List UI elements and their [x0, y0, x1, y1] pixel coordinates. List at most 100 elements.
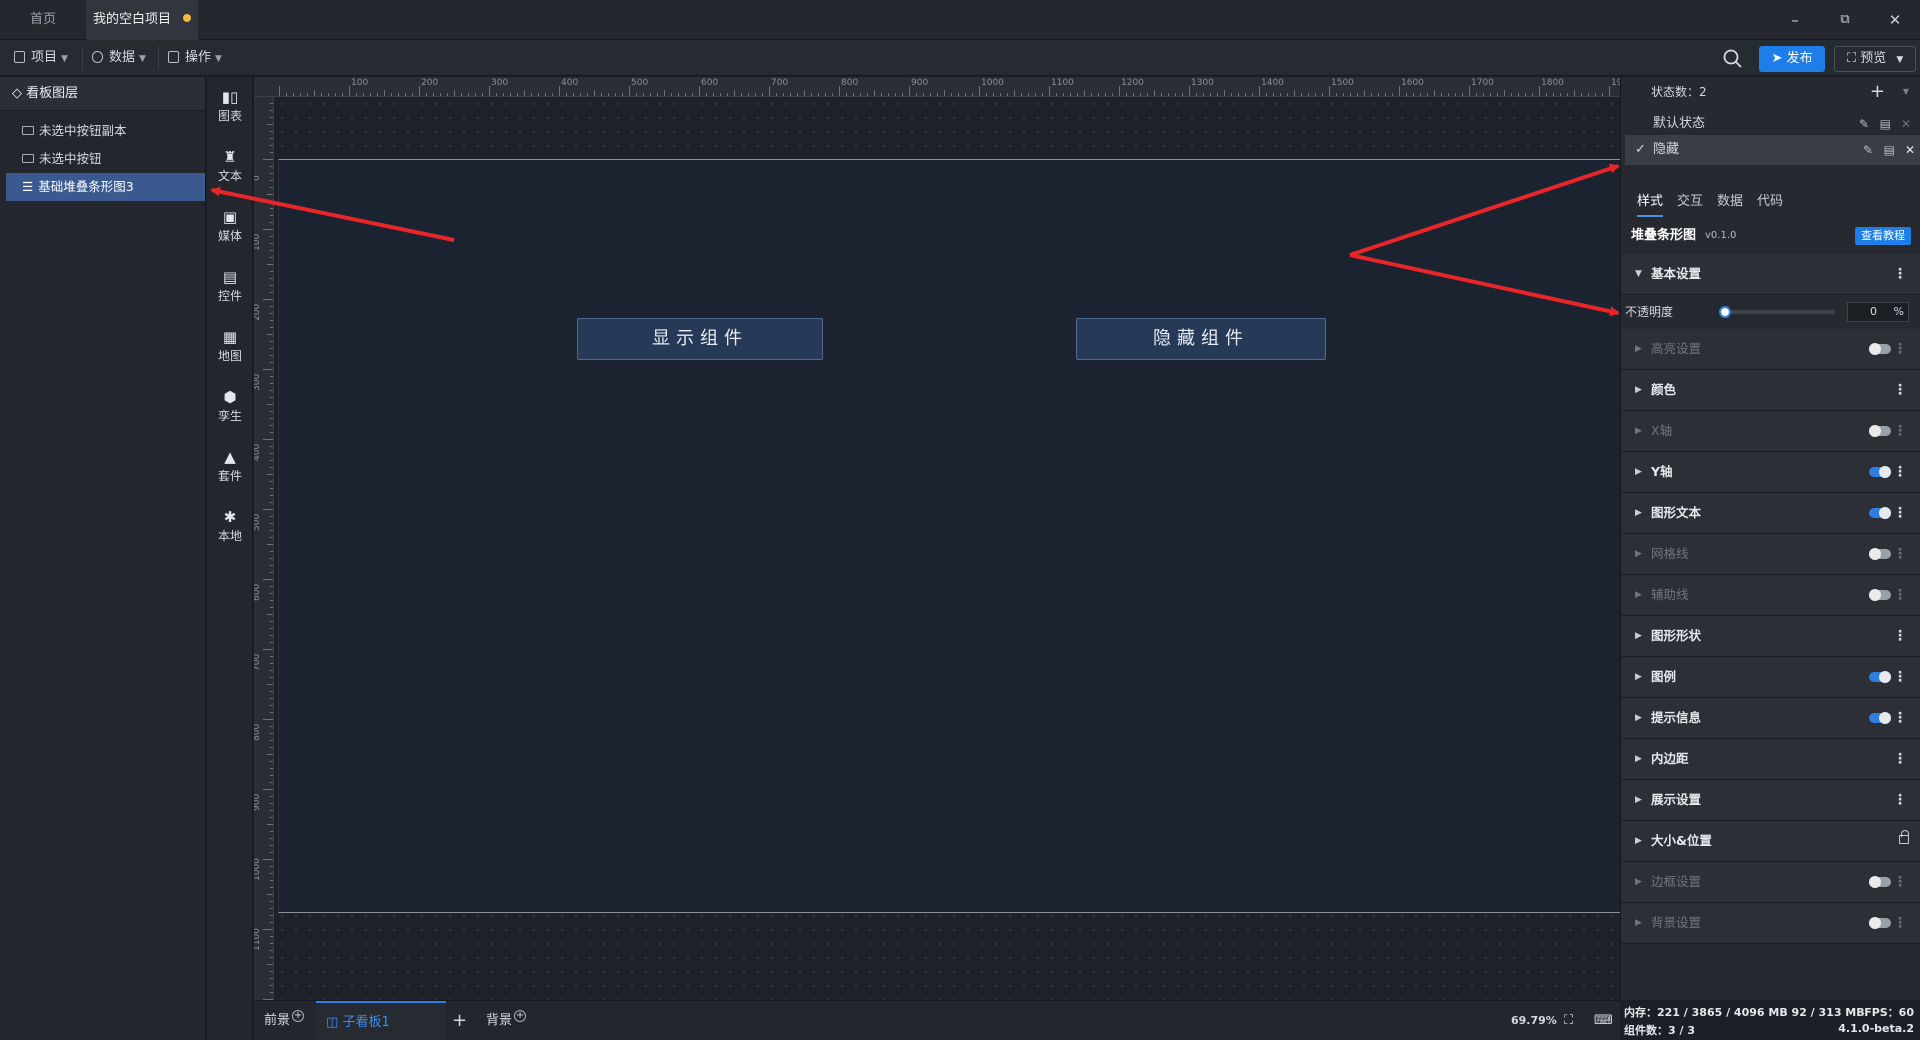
add-circle-icon[interactable]: +	[514, 1010, 527, 1022]
section-toggle[interactable]	[1869, 343, 1891, 355]
more-icon[interactable]: ⋮	[1893, 862, 1907, 902]
section-basic-settings[interactable]: ▼ 基本设置 ⋮	[1621, 254, 1920, 295]
component-label: 套件	[217, 469, 242, 483]
section-row[interactable]: ▶ 辅助线 ⋮	[1621, 575, 1920, 616]
tutorial-button[interactable]: 查看教程	[1855, 227, 1911, 245]
component-chart[interactable]: ▮▯ 图表	[207, 87, 253, 124]
ruler-tick	[944, 90, 945, 96]
section-toggle[interactable]	[1869, 712, 1891, 724]
more-icon[interactable]: ⋮	[1893, 370, 1907, 410]
show-component-button[interactable]: 显示组件	[577, 318, 823, 360]
component-text[interactable]: ♜ 文本	[207, 147, 253, 184]
more-icon[interactable]: ⋮	[1893, 411, 1907, 451]
opacity-slider[interactable]	[1719, 306, 1835, 318]
section-row[interactable]: ▶ Y轴 ⋮	[1621, 452, 1920, 493]
layer-item[interactable]: 未选中按钮	[0, 145, 205, 173]
more-icon[interactable]: ⋮	[1893, 329, 1907, 369]
foreground-tab[interactable]: 前景 +	[264, 1001, 305, 1040]
section-row[interactable]: ▶ 高亮设置 ⋮	[1621, 329, 1920, 370]
section-row[interactable]: ▶ 内边距 ⋮	[1621, 739, 1920, 780]
menu-data[interactable]: 数据 ▼	[92, 40, 146, 76]
more-icon[interactable]: ⋮	[1893, 616, 1907, 656]
add-circle-icon[interactable]: +	[292, 1010, 305, 1022]
section-toggle[interactable]	[1869, 671, 1891, 683]
section-row[interactable]: ▶ 图形形状 ⋮	[1621, 616, 1920, 657]
copy-icon[interactable]: ▤	[1884, 135, 1895, 165]
menu-project[interactable]: 项目 ▼	[14, 40, 68, 76]
section-row[interactable]: ▶ 背景设置 ⋮	[1621, 903, 1920, 944]
layer-item[interactable]: 未选中按钮副本	[0, 117, 205, 145]
layer-item-selected[interactable]: ☰ 基础堆叠条形图3	[6, 173, 205, 201]
section-row[interactable]: ▶ 展示设置 ⋮	[1621, 780, 1920, 821]
section-row[interactable]: ▶ X轴 ⋮	[1621, 411, 1920, 452]
tab-code[interactable]: 代码	[1757, 187, 1783, 217]
dashboard-screen[interactable]: 显示组件 隐藏组件	[278, 159, 1620, 913]
ruler-tick	[270, 880, 273, 881]
section-row[interactable]: ▶ 颜色 ⋮	[1621, 370, 1920, 411]
section-toggle[interactable]	[1869, 589, 1891, 601]
section-toggle[interactable]	[1869, 507, 1891, 519]
hide-component-button[interactable]: 隐藏组件	[1076, 318, 1326, 360]
more-icon[interactable]: ⋮	[1893, 657, 1907, 697]
close-icon[interactable]: ✕	[1870, 0, 1920, 40]
state-item-active[interactable]: ✓ 隐藏 ✎ ▤ ✕	[1625, 135, 1920, 165]
keyboard-icon[interactable]: ⌨	[1594, 1001, 1613, 1040]
sub-board-tab[interactable]: ◫ 子看板1	[316, 1001, 446, 1040]
more-icon[interactable]: ⋮	[1893, 780, 1907, 820]
section-row[interactable]: ▶ 大小&位置	[1621, 821, 1920, 862]
more-icon[interactable]: ⋮	[1893, 698, 1907, 738]
component-media[interactable]: ▣ 媒体	[207, 207, 253, 244]
component-map[interactable]: ▦ 地图	[207, 327, 253, 364]
restore-icon[interactable]: ⧉	[1820, 0, 1870, 40]
tab-data[interactable]: 数据	[1717, 187, 1743, 217]
section-row[interactable]: ▶ 边框设置 ⋮	[1621, 862, 1920, 903]
fit-screen-icon[interactable]: ⛶	[1564, 1001, 1573, 1040]
add-state-icon[interactable]: +	[1870, 77, 1885, 107]
section-toggle[interactable]	[1869, 876, 1891, 888]
background-tab[interactable]: 背景 +	[486, 1001, 527, 1040]
section-toggle[interactable]	[1869, 425, 1891, 437]
component-twin[interactable]: ⬢ 孪生	[207, 387, 253, 424]
ruler-tick	[270, 586, 273, 587]
opacity-input[interactable]: 0 %	[1847, 302, 1909, 322]
edit-icon[interactable]: ✎	[1863, 135, 1873, 165]
section-toggle[interactable]	[1869, 548, 1891, 560]
section-row[interactable]: ▶ 网格线 ⋮	[1621, 534, 1920, 575]
tab-project[interactable]: 我的空白项目	[86, 0, 198, 40]
section-toggle[interactable]	[1869, 466, 1891, 478]
ruler-label: 1700	[1471, 78, 1494, 88]
layer-label: 基础堆叠条形图3	[38, 179, 134, 194]
search-icon[interactable]	[1722, 48, 1744, 70]
section-label: 高亮设置	[1651, 341, 1702, 356]
chevron-down-icon[interactable]: ▼	[1903, 77, 1909, 107]
tab-interaction[interactable]: 交互	[1677, 187, 1703, 217]
section-row[interactable]: ▶ 图例 ⋮	[1621, 657, 1920, 698]
component-local[interactable]: ✱ 本地	[207, 507, 253, 544]
ruler-tick	[384, 90, 385, 96]
section-row[interactable]: ▶ 提示信息 ⋮	[1621, 698, 1920, 739]
ruler-tick	[263, 509, 273, 510]
publish-button[interactable]: ➤ 发布	[1759, 46, 1825, 72]
component-controls[interactable]: ▤ 控件	[207, 267, 253, 304]
component-kit[interactable]: ▲ 套件	[207, 447, 253, 484]
more-icon[interactable]: ⋮	[1893, 739, 1907, 779]
delete-icon[interactable]: ✕	[1905, 135, 1915, 165]
more-icon[interactable]: ⋮	[1893, 254, 1907, 294]
minimize-icon[interactable]: –	[1770, 0, 1820, 40]
tab-style[interactable]: 样式	[1637, 187, 1664, 217]
section-toggle[interactable]	[1869, 917, 1891, 929]
more-icon[interactable]: ⋮	[1893, 575, 1907, 615]
more-icon[interactable]: ⋮	[1893, 452, 1907, 492]
menu-operations[interactable]: 操作 ▼	[168, 40, 222, 76]
more-icon[interactable]: ⋮	[1893, 903, 1907, 943]
add-board-icon[interactable]: +	[452, 1001, 467, 1040]
preview-button[interactable]: ⛶ 预览 ▼	[1834, 46, 1916, 72]
more-icon[interactable]: ⋮	[1893, 534, 1907, 574]
lock-icon[interactable]	[1899, 830, 1909, 844]
section-row[interactable]: ▶ 图形文本 ⋮	[1621, 493, 1920, 534]
zoom-level[interactable]: 69.79%	[1511, 1001, 1557, 1040]
tab-home[interactable]: 首页	[0, 0, 86, 40]
slider-handle[interactable]	[1719, 306, 1731, 318]
more-icon[interactable]: ⋮	[1893, 493, 1907, 533]
ruler-tick	[270, 222, 273, 223]
